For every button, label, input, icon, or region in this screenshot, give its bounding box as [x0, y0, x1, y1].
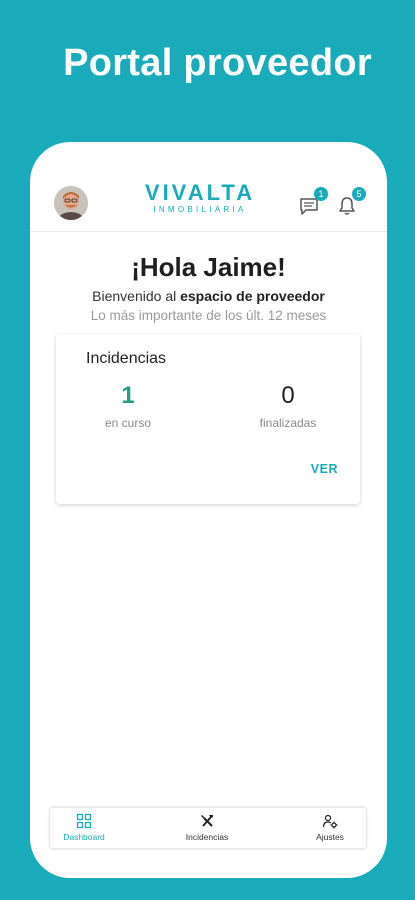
in-progress-count: 1 [121, 382, 135, 409]
nav-item-dashboard[interactable]: Dashboard [44, 813, 124, 842]
notifications-badge: 5 [352, 187, 366, 201]
phone-screen: VIVALTA INMOBILIARIA 1 5 ¡Hola Jaime! Bi… [30, 142, 387, 878]
stat-finished: 0 finalizadas [228, 382, 348, 430]
nav-label-dashboard: Dashboard [63, 832, 105, 842]
nav-item-ajustes[interactable]: Ajustes [290, 813, 370, 842]
tools-icon [201, 815, 213, 827]
logo-main-text: VIVALTA [144, 180, 256, 205]
welcome-text: Bienvenido al espacio de proveedor [30, 288, 387, 304]
avatar[interactable] [54, 186, 88, 220]
greeting-title: ¡Hola Jaime! [131, 252, 286, 282]
app-header: VIVALTA INMOBILIARIA 1 5 [30, 142, 387, 232]
stat-in-progress: 1 en curso [68, 382, 188, 430]
nav-label-incidencias: Incidencias [185, 832, 229, 842]
avatar-image [54, 186, 88, 220]
notifications-button[interactable]: 5 [336, 187, 366, 218]
promo-title: Portal proveedor [63, 42, 372, 84]
dashboard-icon [76, 813, 92, 829]
logo-sub-text: INMOBILIARIA [153, 205, 247, 214]
ver-link[interactable]: VER [311, 462, 338, 476]
incidencias-card: Incidencias 1 en curso 0 finalizadas VER [56, 334, 360, 504]
in-progress-label: en curso [104, 416, 152, 430]
vivalta-logo: VIVALTA INMOBILIARIA [140, 182, 260, 215]
nav-label-ajustes: Ajustes [316, 832, 344, 842]
finished-label: finalizadas [259, 416, 317, 430]
card-title: Incidencias [86, 350, 167, 367]
welcome-bold: espacio de proveedor [180, 288, 325, 304]
settings-icon [322, 814, 338, 829]
finished-count: 0 [281, 382, 295, 409]
bottom-nav: Dashboard Incidencias Ajustes [50, 808, 366, 848]
welcome-prefix: Bienvenido al [92, 288, 181, 304]
messages-badge: 1 [314, 187, 328, 201]
period-subtitle: Lo más importante de los últ. 12 meses [90, 308, 327, 323]
nav-item-incidencias[interactable]: Incidencias [167, 813, 247, 842]
messages-button[interactable]: 1 [298, 187, 328, 218]
